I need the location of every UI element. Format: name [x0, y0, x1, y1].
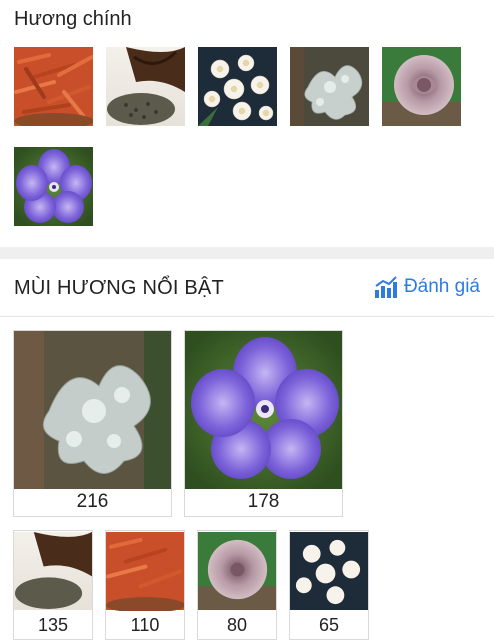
rating-count: 216 — [76, 491, 109, 512]
oakmoss-lichen-icon[interactable] — [290, 47, 369, 126]
rate-label: Đánh giá — [403, 276, 480, 297]
featured-card-jasmine[interactable]: 65 — [289, 530, 369, 640]
rate-button[interactable]: Đánh giá — [374, 276, 480, 298]
rating-count: 65 — [318, 615, 340, 635]
featured-card-tea[interactable]: 135 — [13, 530, 93, 640]
sandalwood-chips-icon[interactable] — [14, 47, 93, 126]
rating-count: 110 — [130, 615, 160, 635]
white-jasmine-flowers-icon — [290, 531, 368, 611]
rating-count: 135 — [37, 615, 69, 635]
section-divider — [0, 247, 494, 259]
featured-card-rose[interactable]: 80 — [197, 530, 277, 640]
oakmoss-lichen-icon — [14, 331, 171, 489]
rose-icon[interactable] — [382, 47, 461, 126]
tea-leaves-icon — [14, 531, 92, 611]
main-scents-title: Hương chính — [14, 8, 132, 30]
rose-icon — [198, 531, 276, 611]
featured-divider — [0, 316, 494, 317]
purple-geranium-icon — [185, 331, 342, 489]
featured-card-sandalwood[interactable]: 110 — [105, 530, 185, 640]
featured-card-oakmoss[interactable]: 216 — [13, 330, 172, 517]
sandalwood-chips-icon — [106, 531, 184, 611]
rating-count: 178 — [247, 491, 280, 512]
rating-count: 80 — [226, 615, 248, 635]
featured-card-geranium[interactable]: 178 — [184, 330, 343, 517]
bar-chart-icon — [374, 276, 397, 298]
white-jasmine-flowers-icon[interactable] — [198, 47, 277, 126]
featured-scents-title: MÙI HƯƠNG NỔI BẬT — [14, 277, 224, 299]
tea-leaves-icon[interactable] — [106, 47, 185, 126]
purple-geranium-icon[interactable] — [14, 147, 93, 226]
